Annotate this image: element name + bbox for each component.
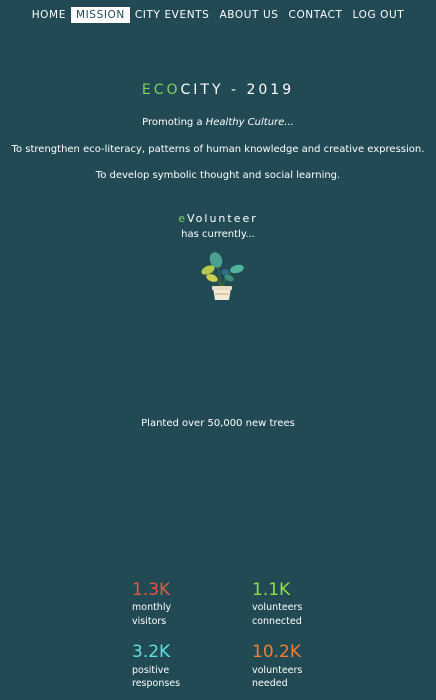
stat-volunteers-needed-label-2: needed [252, 678, 288, 689]
stat-monthly-visitors-label-1: monthly [132, 602, 172, 613]
nav-about-us-link[interactable]: ABOUT US [214, 7, 283, 23]
stat-positive-responses-label-1: positive [132, 665, 170, 676]
promo-line: Promoting a Healthy Culture... [0, 117, 436, 128]
nav-home-link[interactable]: HOME [27, 7, 71, 23]
evolunteer-subtitle: has currently... [181, 229, 255, 240]
nav-city-events-link[interactable]: CITY EVENTS [130, 7, 215, 23]
evolunteer-prefix: e [178, 212, 187, 225]
mission-line-1: To strengthen eco-literacy, patterns of … [11, 144, 425, 155]
page-title: ECOCITY - 2019 [0, 82, 436, 98]
mission-line-2: To develop symbolic thought and social l… [95, 170, 341, 181]
stat-volunteers-connected-label-1: volunteers [252, 602, 303, 613]
evolunteer-heading: eVolunteer [0, 212, 436, 225]
stat-positive-responses-value: 3.2K [132, 642, 171, 662]
title-rest: CITY - 2019 [180, 82, 295, 98]
title-accent: ECO [141, 82, 181, 98]
main-nav: HOME MISSION CITY EVENTS ABOUT US CONTAC… [0, 7, 436, 23]
stat-monthly-visitors-value: 1.3K [132, 580, 171, 600]
stat-positive-responses-label-2: responses [132, 678, 181, 689]
stat-volunteers-connected-label-2: connected [252, 616, 302, 627]
achievement-text: Planted over 50,000 new trees [141, 418, 295, 429]
nav-log-out-link[interactable]: LOG OUT [348, 7, 410, 23]
promo-prefix: Promoting a [142, 117, 206, 128]
promo-emphasis: Healthy Culture... [205, 117, 294, 128]
stat-volunteers-needed-label-1: volunteers [252, 665, 303, 676]
stat-monthly-visitors-label-2: visitors [132, 616, 167, 627]
stat-volunteers-needed-value: 10.2K [252, 642, 301, 662]
stat-volunteers-connected-value: 1.1K [252, 580, 291, 600]
nav-mission-link[interactable]: MISSION [70, 7, 130, 23]
potted-plant-icon [201, 252, 244, 300]
evolunteer-name: Volunteer [187, 212, 258, 225]
nav-contact-link[interactable]: CONTACT [284, 7, 348, 23]
